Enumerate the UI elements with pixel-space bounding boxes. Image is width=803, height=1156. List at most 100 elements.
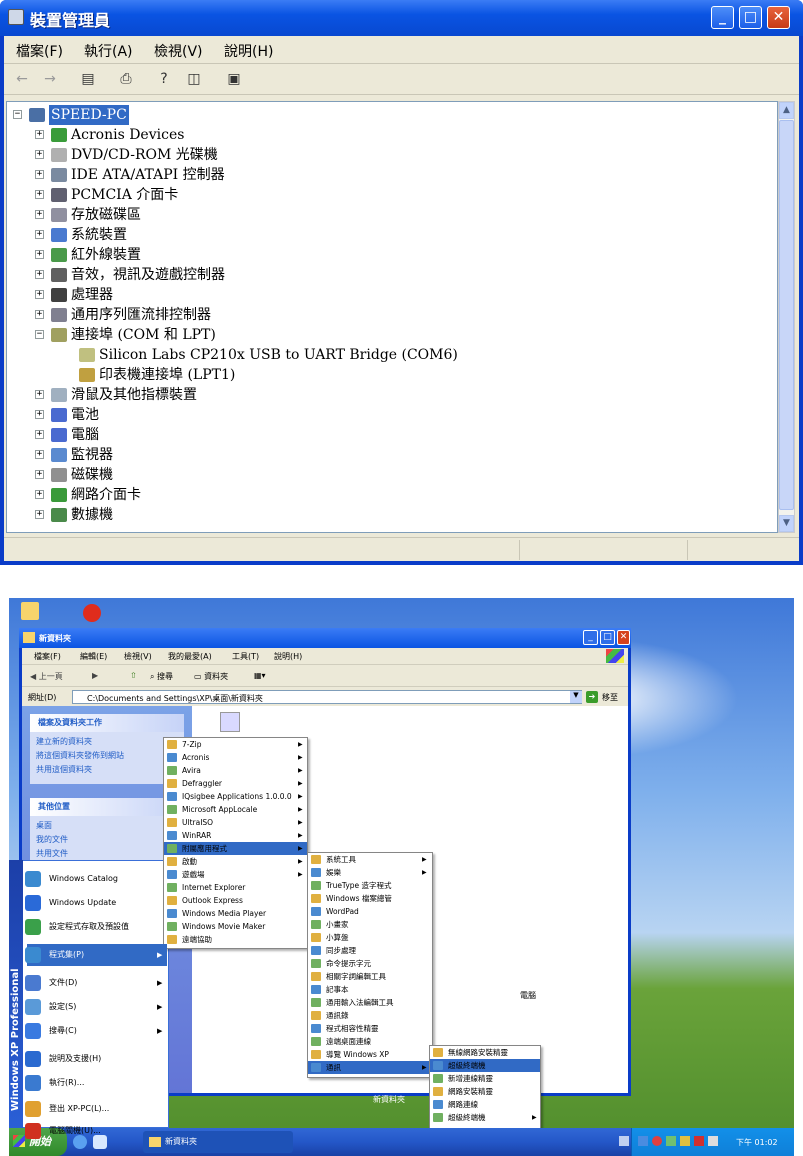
- tray-icon-display[interactable]: [708, 1136, 718, 1146]
- menu-edit[interactable]: 編輯(E): [80, 651, 107, 662]
- menu-item[interactable]: 系統工具 ▶: [308, 853, 432, 866]
- expand-icon[interactable]: +: [35, 410, 44, 419]
- expand-icon[interactable]: +: [35, 130, 44, 139]
- menu-item[interactable]: 超級終端機 ▶: [430, 1111, 540, 1124]
- scroll-down-button[interactable]: ▼: [779, 515, 794, 532]
- title-bar[interactable]: 裝置管理員 _ □ ✕: [0, 0, 803, 36]
- tree-node[interactable]: − SPEED-PC: [7, 105, 767, 125]
- menu-view[interactable]: 檢視(V): [124, 651, 152, 662]
- view-pane-icon[interactable]: ◫: [184, 69, 204, 89]
- tasks-header[interactable]: 檔案及資料夾工作: [30, 714, 184, 732]
- menu-favorites[interactable]: 我的最愛(A): [168, 651, 212, 662]
- tree-node[interactable]: + DVD/CD-ROM 光碟機: [7, 145, 767, 165]
- menu-item[interactable]: 同步處理: [308, 944, 432, 957]
- explorer-title-bar[interactable]: 新資料夾 _ □ ✕: [19, 628, 631, 648]
- menu-item[interactable]: 小算盤: [308, 931, 432, 944]
- minimize-button[interactable]: _: [711, 6, 734, 29]
- close-button[interactable]: ✕: [617, 630, 630, 645]
- tree-node[interactable]: + 網路介面卡: [7, 485, 767, 505]
- tree-node[interactable]: + 監視器: [7, 445, 767, 465]
- place-desktop[interactable]: 桌面: [36, 820, 52, 831]
- expand-icon[interactable]: +: [35, 430, 44, 439]
- places-header[interactable]: 其他位置: [30, 798, 184, 816]
- start-menu-item[interactable]: Windows Update: [25, 892, 167, 914]
- expand-icon[interactable]: +: [35, 510, 44, 519]
- go-button[interactable]: 移至: [602, 692, 618, 703]
- clock[interactable]: 下午 01:02: [736, 1137, 778, 1148]
- expand-icon[interactable]: +: [35, 210, 44, 219]
- menu-item[interactable]: 娛樂 ▶: [308, 866, 432, 879]
- minimize-button[interactable]: _: [583, 630, 598, 645]
- start-menu-item[interactable]: 設定(S) ▶: [25, 996, 167, 1018]
- up-folder-icon[interactable]: ⇧: [130, 671, 137, 680]
- menu-item[interactable]: Windows 檔案總管: [308, 892, 432, 905]
- folders-button[interactable]: ▭ 資料夾: [194, 671, 228, 682]
- expand-icon[interactable]: +: [35, 490, 44, 499]
- maximize-button[interactable]: □: [600, 630, 615, 645]
- expand-icon[interactable]: +: [35, 450, 44, 459]
- dropdown-icon[interactable]: ▼: [570, 691, 582, 703]
- close-button[interactable]: ✕: [767, 6, 790, 29]
- menu-action[interactable]: 執行(A): [84, 41, 133, 61]
- vertical-scrollbar[interactable]: ▲ ▼: [778, 101, 795, 533]
- folder-icon[interactable]: [21, 602, 39, 620]
- menu-item[interactable]: 相關字詞編輯工具: [308, 970, 432, 983]
- start-menu-item[interactable]: 搜尋(C) ▶: [25, 1020, 167, 1042]
- start-menu-item[interactable]: 文件(D) ▶: [25, 972, 167, 994]
- menu-item[interactable]: Windows Media Player: [164, 907, 307, 920]
- expand-icon[interactable]: +: [35, 290, 44, 299]
- expand-icon[interactable]: +: [35, 170, 44, 179]
- menu-view[interactable]: 檢視(V): [154, 41, 203, 61]
- tray-icon-volume[interactable]: [680, 1136, 690, 1146]
- properties-icon[interactable]: ▤: [78, 69, 98, 89]
- menu-file[interactable]: 檔案(F): [16, 41, 63, 61]
- tree-node[interactable]: + IDE ATA/ATAPI 控制器: [7, 165, 767, 185]
- task-new-folder[interactable]: 建立新的資料夾: [36, 736, 92, 747]
- menu-file[interactable]: 檔案(F): [34, 651, 61, 662]
- tree-node[interactable]: + 滑鼠及其他指標裝置: [7, 385, 767, 405]
- menu-item[interactable]: WordPad: [308, 905, 432, 918]
- menu-help[interactable]: 說明(H): [224, 41, 273, 61]
- tree-node[interactable]: + Acronis Devices: [7, 125, 767, 145]
- menu-item[interactable]: 小畫家: [308, 918, 432, 931]
- views-icon[interactable]: ▦▾: [254, 671, 266, 680]
- menu-item[interactable]: 通訊錄: [308, 1009, 432, 1022]
- place-shared-documents[interactable]: 共用文件: [36, 848, 68, 859]
- desktop-folder-label[interactable]: 新資料夾: [373, 1094, 405, 1105]
- language-icon[interactable]: [619, 1136, 629, 1146]
- back-arrow-icon[interactable]: ←: [12, 69, 32, 89]
- tree-node[interactable]: + 電池: [7, 405, 767, 425]
- tray-icon-update[interactable]: [694, 1136, 704, 1146]
- address-field[interactable]: C:\Documents and Settings\XP\桌面\新資料夾 ▼: [72, 690, 582, 704]
- menu-item[interactable]: 超級終端機: [430, 1059, 540, 1072]
- tree-node[interactable]: + 音效，視訊及遊戲控制器: [7, 265, 767, 285]
- expand-icon[interactable]: +: [35, 390, 44, 399]
- desktop-shortcut-icon[interactable]: [83, 604, 101, 622]
- tree-node[interactable]: + 電腦: [7, 425, 767, 445]
- menu-item[interactable]: 新增連線精靈: [430, 1072, 540, 1085]
- tree-node[interactable]: + 存放磁碟區: [7, 205, 767, 225]
- menu-item[interactable]: WinRAR ▶: [164, 829, 307, 842]
- start-menu-item[interactable]: 登出 XP-PC(L)...: [25, 1098, 167, 1120]
- menu-item[interactable]: UltraISO ▶: [164, 816, 307, 829]
- collapse-icon[interactable]: −: [13, 110, 22, 119]
- start-menu-item[interactable]: 程式集(P) ▶: [25, 944, 167, 966]
- menu-tools[interactable]: 工具(T): [232, 651, 259, 662]
- tree-node[interactable]: 印表機連接埠 (LPT1): [7, 365, 767, 385]
- menu-item[interactable]: 7-Zip ▶: [164, 738, 307, 751]
- help-icon[interactable]: ?: [154, 69, 174, 89]
- expand-icon[interactable]: +: [35, 270, 44, 279]
- search-button[interactable]: ⌕ 搜尋: [150, 671, 173, 682]
- menu-item[interactable]: TrueType 造字程式: [308, 879, 432, 892]
- expand-icon[interactable]: +: [35, 150, 44, 159]
- tree-node[interactable]: + PCMCIA 介面卡: [7, 185, 767, 205]
- file-icon[interactable]: [220, 712, 240, 732]
- scroll-up-button[interactable]: ▲: [779, 102, 794, 119]
- menu-item[interactable]: 遠端協助: [164, 933, 307, 946]
- tray-icon-security[interactable]: [666, 1136, 676, 1146]
- menu-item[interactable]: Acronis ▶: [164, 751, 307, 764]
- maximize-button[interactable]: □: [739, 6, 762, 29]
- tree-node[interactable]: + 紅外線裝置: [7, 245, 767, 265]
- print-icon[interactable]: ⎙: [116, 69, 136, 89]
- expand-icon[interactable]: +: [35, 470, 44, 479]
